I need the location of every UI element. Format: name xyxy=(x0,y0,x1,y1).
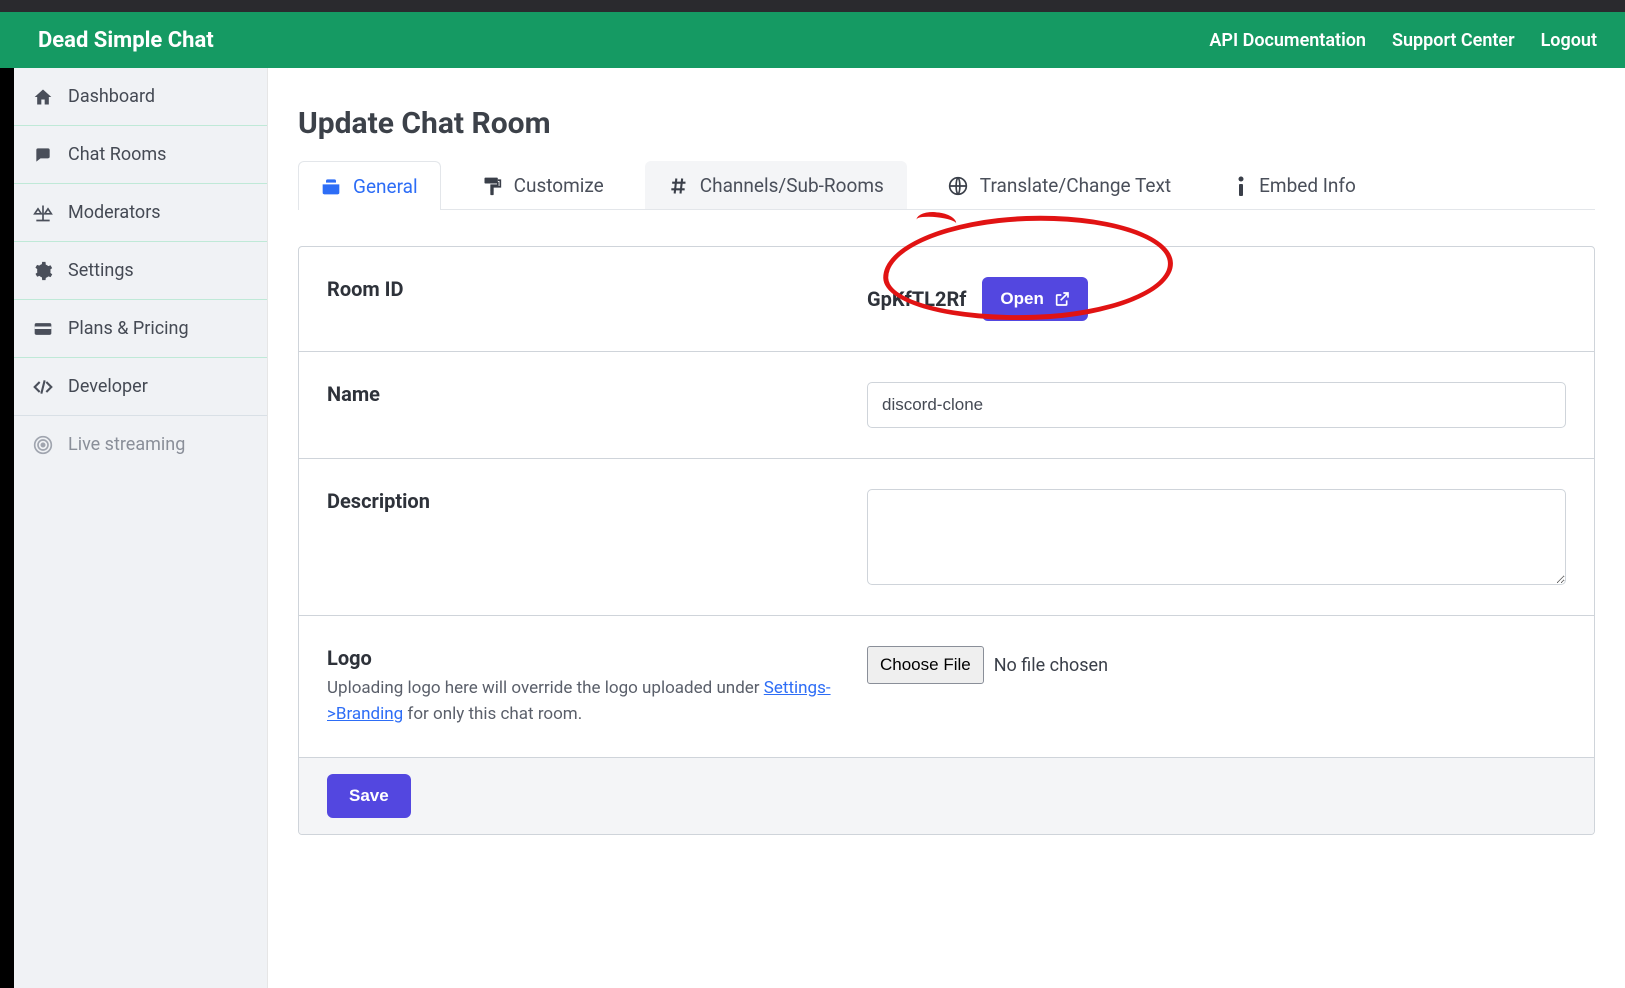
sidebar-item-label: Plans & Pricing xyxy=(68,318,189,339)
topbar-links: API Documentation Support Center Logout xyxy=(1187,30,1597,51)
choose-file-button[interactable]: Choose File xyxy=(867,646,984,684)
tab-translate-change-text[interactable]: Translate/Change Text xyxy=(925,161,1194,209)
scale-icon xyxy=(32,203,54,223)
tab-label: Customize xyxy=(514,174,604,197)
description-textarea[interactable] xyxy=(867,489,1566,585)
sidebar-item-label: Dashboard xyxy=(68,86,155,107)
brand-title: Dead Simple Chat xyxy=(38,28,1187,53)
sidebar-item-label: Settings xyxy=(68,260,134,281)
paint-roller-icon xyxy=(482,176,502,196)
external-link-icon xyxy=(1054,291,1070,307)
link-logout[interactable]: Logout xyxy=(1541,30,1597,51)
sidebar-item-settings[interactable]: Settings xyxy=(14,242,267,300)
sidebar-item-dashboard[interactable]: Dashboard xyxy=(14,68,267,126)
tab-label: Channels/Sub-Rooms xyxy=(700,174,884,197)
main-content: Update Chat Room General Customize xyxy=(268,68,1625,988)
sidebar-item-plans-pricing[interactable]: Plans & Pricing xyxy=(14,300,267,358)
tab-label: Embed Info xyxy=(1259,174,1356,197)
tab-label: Translate/Change Text xyxy=(980,174,1171,197)
row-footer: Save xyxy=(299,758,1594,834)
form-panel: Room ID GpKfTL2Rf Open Nam xyxy=(298,246,1595,835)
sidebar-item-moderators[interactable]: Moderators xyxy=(14,184,267,242)
sidebar-item-label: Moderators xyxy=(68,202,161,223)
row-name: Name xyxy=(299,352,1594,459)
sidebar-item-label: Live streaming xyxy=(68,434,185,455)
globe-icon xyxy=(948,176,968,196)
sidebar-item-chat-rooms[interactable]: Chat Rooms xyxy=(14,126,267,184)
topbar: Dead Simple Chat API Documentation Suppo… xyxy=(0,12,1625,68)
name-label: Name xyxy=(327,382,867,406)
file-status-text: No file chosen xyxy=(994,655,1108,676)
logo-label: Logo xyxy=(327,646,867,670)
link-support-center[interactable]: Support Center xyxy=(1392,30,1515,51)
link-api-documentation[interactable]: API Documentation xyxy=(1209,30,1366,51)
logo-subtext: Uploading logo here will override the lo… xyxy=(327,676,867,727)
credit-card-icon xyxy=(32,319,54,339)
page-title: Update Chat Room xyxy=(298,106,1595,141)
tabs: General Customize Channels/Sub-Rooms xyxy=(298,161,1595,210)
broadcast-icon xyxy=(32,435,54,455)
toolbox-icon xyxy=(321,177,341,195)
room-id-value: GpKfTL2Rf xyxy=(867,287,966,311)
home-icon xyxy=(32,87,54,107)
room-id-label: Room ID xyxy=(327,277,867,301)
tab-customize[interactable]: Customize xyxy=(459,161,627,209)
name-input[interactable] xyxy=(867,382,1566,428)
sidebar-item-label: Chat Rooms xyxy=(68,144,166,165)
sidebar: Dashboard Chat Rooms Moderators Settings xyxy=(14,68,268,988)
chat-icon xyxy=(32,145,54,165)
row-description: Description xyxy=(299,459,1594,616)
info-icon xyxy=(1235,176,1247,196)
save-button[interactable]: Save xyxy=(327,774,411,818)
tab-label: General xyxy=(353,175,418,198)
gear-icon xyxy=(32,261,54,281)
row-room-id: Room ID GpKfTL2Rf Open xyxy=(299,247,1594,352)
open-button-label: Open xyxy=(1000,289,1043,309)
sidebar-item-label: Developer xyxy=(68,376,148,397)
open-room-button[interactable]: Open xyxy=(982,277,1087,321)
sidebar-item-live-streaming[interactable]: Live streaming xyxy=(14,416,267,473)
code-icon xyxy=(32,377,54,397)
row-logo: Logo Uploading logo here will override t… xyxy=(299,616,1594,758)
browser-chrome-top xyxy=(0,0,1625,12)
file-input-wrap: Choose File No file chosen xyxy=(867,646,1108,684)
tab-channels-sub-rooms[interactable]: Channels/Sub-Rooms xyxy=(645,161,907,209)
logo-sub-pre: Uploading logo here will override the lo… xyxy=(327,678,764,698)
sidebar-item-developer[interactable]: Developer xyxy=(14,358,267,416)
description-label: Description xyxy=(327,489,867,513)
hash-icon xyxy=(668,176,688,196)
tab-general[interactable]: General xyxy=(298,161,441,210)
logo-sub-post: for only this chat room. xyxy=(403,704,582,724)
tab-embed-info[interactable]: Embed Info xyxy=(1212,161,1379,209)
